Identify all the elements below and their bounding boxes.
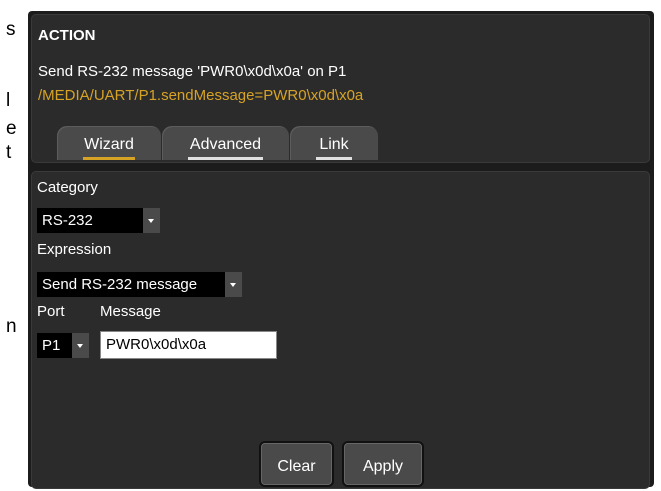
message-input[interactable]: PWR0\x0d\x0a <box>100 331 277 359</box>
tab-indicator <box>188 157 263 160</box>
chevron-down-icon <box>230 283 236 287</box>
action-command: /MEDIA/UART/P1.sendMessage=PWR0\x0d\x0a <box>38 87 364 104</box>
expression-select[interactable]: Send RS-232 message <box>37 272 242 297</box>
chevron-down-icon <box>77 344 83 348</box>
category-label: Category <box>37 179 98 196</box>
action-summary: ACTION Send RS-232 message 'PWR0\x0d\x0a… <box>31 14 650 163</box>
chevron-down-icon <box>148 219 154 223</box>
port-value: P1 <box>42 337 61 354</box>
port-label: Port <box>37 303 65 320</box>
doc-letter: e <box>6 118 17 139</box>
doc-letter: n <box>6 316 17 337</box>
port-select[interactable]: P1 <box>37 333 89 358</box>
tab-active-indicator <box>83 157 135 160</box>
doc-letter: t <box>6 142 12 163</box>
dropdown-button[interactable] <box>225 272 242 297</box>
clear-button[interactable]: Clear <box>261 443 332 485</box>
action-editor-panel: ACTION Send RS-232 message 'PWR0\x0d\x0a… <box>28 11 654 489</box>
message-label: Message <box>100 303 161 320</box>
tab-wizard[interactable]: Wizard <box>57 126 161 160</box>
dropdown-button[interactable] <box>143 208 160 233</box>
tab-link[interactable]: Link <box>290 126 378 160</box>
action-description: Send RS-232 message 'PWR0\x0d\x0a' on P1 <box>38 63 347 80</box>
tab-label: Advanced <box>189 136 262 153</box>
doc-letter: l <box>6 90 11 111</box>
category-select[interactable]: RS-232 <box>37 208 160 233</box>
category-value: RS-232 <box>42 212 93 229</box>
expression-label: Expression <box>37 241 112 258</box>
action-title: ACTION <box>38 27 96 44</box>
tab-label: Wizard <box>84 136 134 153</box>
tab-indicator <box>316 157 352 160</box>
apply-button[interactable]: Apply <box>344 443 422 485</box>
tab-advanced[interactable]: Advanced <box>162 126 289 160</box>
expression-value: Send RS-232 message <box>42 276 198 293</box>
background-document-fragment: s l e t n <box>0 0 30 491</box>
tab-label: Link <box>319 136 349 153</box>
dropdown-button[interactable] <box>72 333 89 358</box>
doc-letter: s <box>6 19 16 40</box>
